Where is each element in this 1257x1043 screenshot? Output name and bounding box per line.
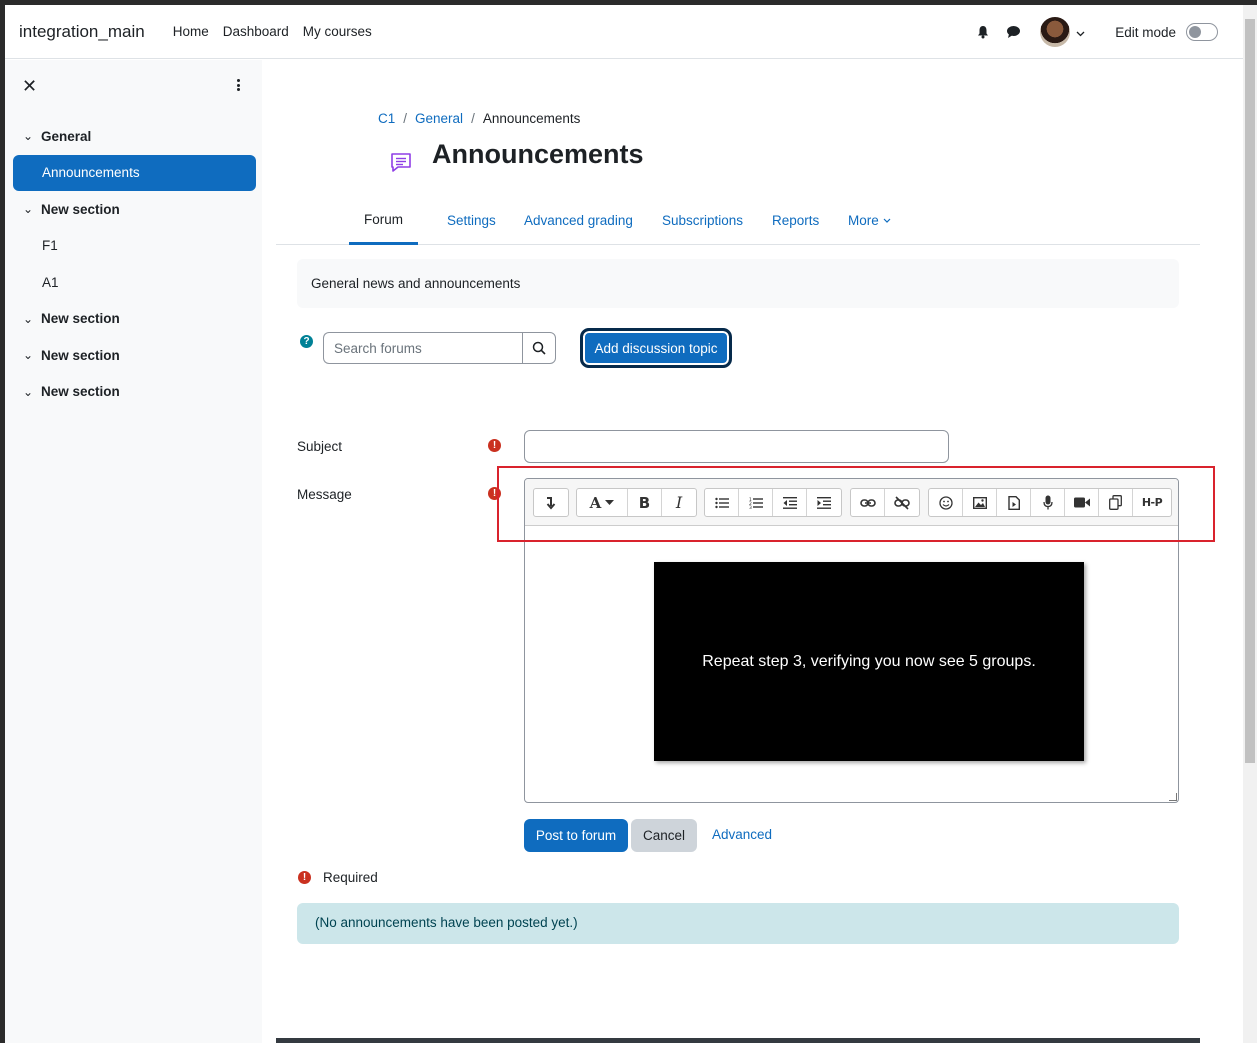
- cancel-button[interactable]: Cancel: [631, 819, 697, 852]
- forum-icon: [388, 150, 414, 176]
- chevron-down-icon[interactable]: ⌄: [23, 385, 37, 399]
- chevron-down-icon[interactable]: ⌄: [23, 312, 37, 326]
- breadcrumb-c1-link[interactable]: C1: [378, 111, 395, 126]
- required-legend: ! Required: [298, 870, 378, 885]
- edit-mode-toggle[interactable]: [1186, 23, 1218, 41]
- breadcrumb-separator: /: [403, 111, 408, 126]
- site-name[interactable]: integration_main: [19, 22, 145, 42]
- required-label: Required: [323, 870, 378, 885]
- breadcrumb-general-link[interactable]: General: [415, 111, 463, 126]
- drawer-options-icon[interactable]: [233, 76, 243, 94]
- no-announcements-notice: (No announcements have been posted yet.): [297, 903, 1179, 944]
- section-title: New section: [41, 311, 120, 327]
- section-new-section[interactable]: ⌄ New section: [5, 337, 262, 374]
- editor-resize-handle[interactable]: [1169, 793, 1177, 801]
- secondary-navigation: Forum Settings Advanced grading Subscrip…: [276, 196, 1200, 245]
- edit-mode-control: Edit mode: [1115, 23, 1218, 41]
- course-index-item-a1[interactable]: A1: [5, 264, 262, 301]
- navbar-actions: Edit mode: [968, 5, 1218, 59]
- subject-label: Subject: [297, 439, 343, 454]
- page-title: Announcements: [432, 139, 644, 169]
- section-title: New section: [41, 201, 120, 217]
- help-icon[interactable]: ?: [300, 335, 313, 348]
- section-general[interactable]: ⌄ General: [5, 118, 262, 155]
- section-new-section[interactable]: ⌄ New section: [5, 301, 262, 338]
- breadcrumb: C1 / General / Announcements: [378, 111, 580, 126]
- required-icon: !: [298, 871, 311, 884]
- chevron-down-icon[interactable]: ⌄: [23, 202, 37, 216]
- top-navbar: integration_main Home Dashboard My cours…: [5, 5, 1243, 59]
- primary-navigation: Home Dashboard My courses: [166, 24, 379, 39]
- post-to-forum-button[interactable]: Post to forum: [524, 819, 628, 852]
- footer-bar: [276, 1038, 1200, 1043]
- tab-reports[interactable]: Reports: [772, 196, 819, 244]
- section-new-section[interactable]: ⌄ New section: [5, 374, 262, 411]
- toolbar-highlight-annotation: [497, 466, 1215, 542]
- user-menu-chevron-down-icon[interactable]: [1076, 24, 1085, 40]
- nav-home-link[interactable]: Home: [166, 24, 216, 39]
- message-label: Message: [297, 487, 352, 502]
- instruction-video-overlay: Repeat step 3, verifying you now see 5 g…: [654, 562, 1084, 761]
- edit-mode-label: Edit mode: [1115, 24, 1176, 40]
- subject-input[interactable]: [524, 430, 949, 463]
- user-avatar[interactable]: [1040, 17, 1071, 47]
- bell-icon[interactable]: [968, 17, 998, 47]
- search-forums-input[interactable]: [323, 332, 523, 364]
- chevron-down-icon[interactable]: ⌄: [23, 348, 37, 362]
- tab-settings[interactable]: Settings: [447, 196, 496, 244]
- required-icon: !: [488, 439, 501, 452]
- search-button[interactable]: [522, 332, 556, 364]
- video-caption: Repeat step 3, verifying you now see 5 g…: [702, 652, 1036, 670]
- section-new-section[interactable]: ⌄ New section: [5, 191, 262, 228]
- tab-advanced-grading[interactable]: Advanced grading: [524, 196, 633, 244]
- advanced-link[interactable]: Advanced: [712, 827, 772, 842]
- page-scrollbar[interactable]: [1243, 5, 1257, 1043]
- nav-dashboard-link[interactable]: Dashboard: [216, 24, 296, 39]
- chevron-down-icon: [883, 218, 891, 223]
- add-discussion-topic-button[interactable]: Add discussion topic: [580, 328, 732, 368]
- nav-my-courses-link[interactable]: My courses: [296, 24, 379, 39]
- course-index-drawer: ✕ ⌄ General Announcements ⌄ New section F1…: [5, 60, 262, 1043]
- course-index-item-f1[interactable]: F1: [5, 228, 262, 265]
- search-icon: [532, 341, 546, 355]
- scrollbar-thumb[interactable]: [1245, 19, 1255, 763]
- section-title: New section: [41, 347, 120, 363]
- breadcrumb-separator: /: [471, 111, 475, 126]
- course-index-item-announcements[interactable]: Announcements: [13, 154, 256, 191]
- chevron-down-icon[interactable]: ⌄: [23, 129, 37, 143]
- chat-bubble-icon[interactable]: [998, 17, 1028, 47]
- section-title: New section: [41, 384, 120, 400]
- course-index: ⌄ General Announcements ⌄ New section F1 A…: [5, 118, 262, 410]
- tab-more-label: More: [848, 212, 879, 228]
- breadcrumb-current: Announcements: [482, 111, 581, 126]
- tab-forum[interactable]: Forum: [349, 196, 419, 245]
- tab-subscriptions[interactable]: Subscriptions: [662, 196, 743, 244]
- section-title: General: [41, 128, 92, 144]
- forum-intro: General news and announcements: [297, 259, 1179, 308]
- close-drawer-icon[interactable]: ✕: [22, 76, 37, 97]
- tab-more[interactable]: More: [848, 196, 891, 244]
